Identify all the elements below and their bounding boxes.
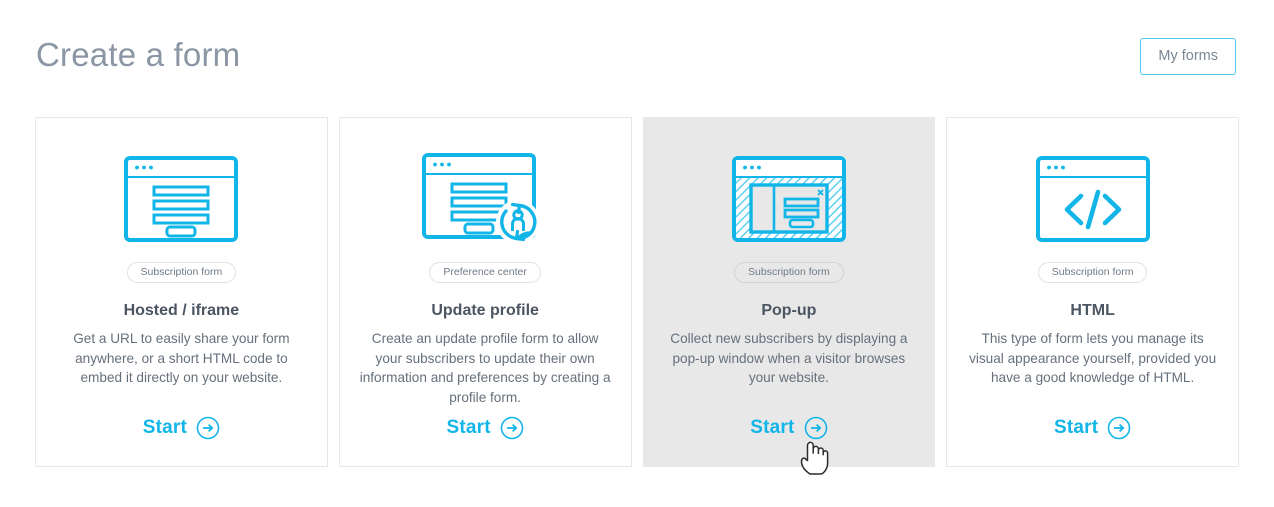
card-badge: Preference center <box>429 262 541 283</box>
card-title: HTML <box>1070 302 1115 319</box>
card-description: This type of form lets you manage its vi… <box>969 331 1217 385</box>
card-description: Create an update profile form to allow y… <box>359 331 611 405</box>
start-button-label: Start <box>446 417 491 438</box>
page-header: Create a form My forms <box>0 0 1274 110</box>
arrow-right-circle-icon <box>1107 416 1131 440</box>
card-badge: Subscription form <box>1037 262 1148 283</box>
arrow-right-circle-icon <box>196 416 220 440</box>
start-button-label: Start <box>750 417 795 438</box>
arrow-right-circle-icon <box>500 416 524 440</box>
start-button[interactable]: Start <box>36 416 327 440</box>
start-button[interactable]: Start <box>340 416 631 440</box>
start-button-label: Start <box>142 417 188 438</box>
browser-popup-icon <box>644 153 935 245</box>
my-forms-button[interactable]: My forms <box>1140 38 1236 75</box>
browser-form-icon <box>36 153 327 245</box>
start-button[interactable]: Start <box>947 416 1238 440</box>
card-badge: Subscription form <box>734 262 844 283</box>
browser-code-icon <box>947 153 1238 245</box>
browser-profile-update-icon <box>340 153 631 245</box>
start-button[interactable]: Start <box>644 416 935 440</box>
card-title: Hosted / iframe <box>123 302 240 319</box>
form-type-card-html[interactable]: Subscription form HTML This type of form… <box>946 117 1239 467</box>
card-badge: Subscription form <box>126 262 237 283</box>
form-type-card-update-profile[interactable]: Preference center Update profile Create … <box>338 117 632 467</box>
create-form-page: Create a form My forms Subscription form <box>0 0 1274 507</box>
pointing-hand-cursor <box>800 441 829 475</box>
form-type-card-list: Subscription form Hosted / iframe Get a … <box>35 117 1239 467</box>
card-description: Get a URL to easily share your form anyw… <box>73 331 290 385</box>
card-title: Update profile <box>431 302 539 319</box>
start-button-label: Start <box>1053 417 1099 438</box>
card-description: Collect new subscribers by displaying a … <box>670 331 908 385</box>
form-type-card-popup[interactable]: Subscription form Pop-up Collect new sub… <box>642 117 936 467</box>
card-title: Pop-up <box>761 302 817 319</box>
page-title: Create a form <box>36 36 241 73</box>
form-type-card-hosted-iframe[interactable]: Subscription form Hosted / iframe Get a … <box>35 117 328 467</box>
